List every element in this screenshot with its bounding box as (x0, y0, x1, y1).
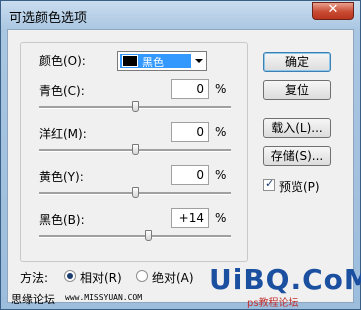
percent-unit: % (215, 125, 227, 139)
reset-button[interactable]: 复位 (263, 80, 331, 100)
method-absolute-radio[interactable] (136, 270, 148, 282)
slider-value-input[interactable]: 0 (171, 79, 209, 99)
method-absolute-option[interactable]: 绝对(A) (136, 269, 200, 285)
watermark-url: www.MISSYUAN.COM (65, 293, 143, 302)
slider-value-input[interactable]: 0 (171, 165, 209, 185)
watermark-logo-sub: ps教程论坛 (247, 298, 299, 309)
chevron-down-icon (195, 59, 203, 63)
slider-label: 黑色(B): (39, 213, 85, 227)
preview-label: 预览(P) (279, 180, 320, 194)
method-relative-option[interactable]: 相对(R) (64, 269, 128, 285)
slider-label: 洋红(M): (39, 127, 87, 141)
color-adjust-group: 颜色(O): 黑色 青色(C): 0% 洋红(M): 0% 黄色(Y): 0% 黑色(B):… (20, 42, 248, 262)
slider-label: 黄色(Y): (39, 170, 84, 184)
slider-label: 青色(C): (39, 84, 85, 98)
method-relative-label: 相对(R) (80, 271, 122, 285)
method-label: 方法: (20, 271, 49, 285)
load-button[interactable]: 载入(L)... (263, 118, 331, 138)
slider-row: 黑色(B): +14% (21, 206, 247, 246)
watermark-forum-name: 思缘论坛 (11, 293, 55, 306)
preview-option[interactable]: ✓ 预览(P) (263, 177, 343, 194)
slider-thumb[interactable] (132, 187, 139, 198)
color-select-label: 颜色(O): (39, 54, 86, 68)
slider-row: 黄色(Y): 0% (21, 163, 247, 203)
window-title: 可选颜色选项 (9, 11, 88, 26)
close-icon: ✕ (327, 2, 339, 17)
ok-button[interactable]: 确定 (263, 52, 331, 72)
slider-value-input[interactable]: 0 (171, 122, 209, 142)
percent-unit: % (215, 211, 227, 225)
percent-unit: % (215, 82, 227, 96)
slider-row: 洋红(M): 0% (21, 120, 247, 160)
radio-selected-dot (67, 273, 73, 279)
slider-thumb[interactable] (132, 101, 139, 112)
dropdown-value: 黑色 (142, 56, 164, 69)
color-swatch (122, 55, 138, 67)
percent-unit: % (215, 168, 227, 182)
dialog-window: 可选颜色选项 ✕ 颜色(O): 黑色 青色(C): 0% 洋红(M): 0% 黄色(Y)… (0, 0, 361, 310)
method-row: 方法: 相对(R) 绝对(A) (20, 268, 220, 286)
dialog-client: 颜色(O): 黑色 青色(C): 0% 洋红(M): 0% 黄色(Y): 0% 黑色(B):… (7, 29, 354, 303)
color-dropdown[interactable]: 黑色 (117, 51, 207, 71)
slider-thumb[interactable] (145, 230, 153, 241)
preview-checkbox[interactable]: ✓ (263, 177, 275, 191)
slider-row: 青色(C): 0% (21, 77, 247, 117)
watermark-logo: UiBQ.CoM (209, 263, 361, 296)
method-absolute-label: 绝对(A) (152, 271, 194, 285)
title-bar[interactable]: 可选颜色选项 ✕ (1, 1, 360, 29)
save-button[interactable]: 存储(S)... (263, 146, 331, 166)
slider-value-input[interactable]: +14 (171, 208, 209, 228)
checkmark-icon: ✓ (265, 177, 275, 190)
slider-thumb[interactable] (132, 144, 139, 155)
method-relative-radio[interactable] (64, 270, 76, 282)
slider-track[interactable] (39, 235, 231, 238)
close-button[interactable]: ✕ (312, 2, 354, 20)
dropdown-selected: 黑色 (120, 54, 191, 69)
